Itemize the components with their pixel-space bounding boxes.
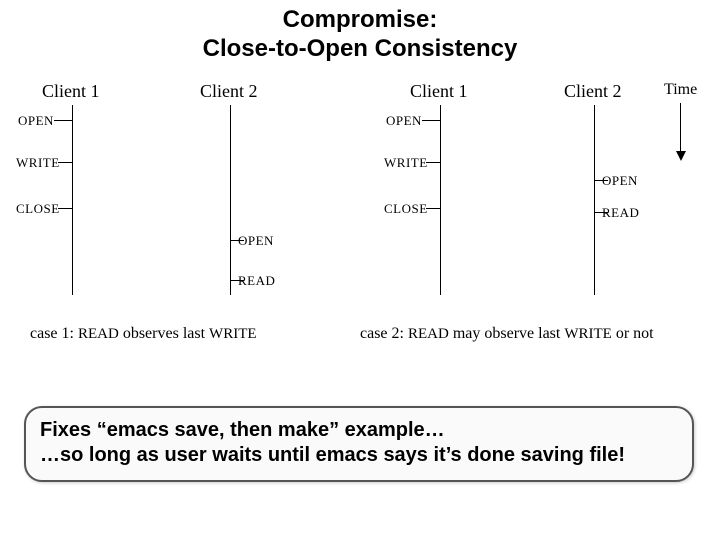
case1-write-tick: [58, 162, 72, 163]
case1-open2-tick: [230, 240, 244, 241]
callout-line-2: …so long as user waits until emacs says …: [40, 443, 678, 468]
callout-box: Fixes “emacs save, then make” example… ……: [24, 406, 694, 482]
case1-caption: case 1: READ observes last WRITE: [30, 325, 257, 343]
case2-suffix: or not: [612, 325, 654, 342]
case1-read2: READ: [238, 273, 275, 289]
time-arrow-head: [676, 151, 686, 161]
case2-client1-label: Client 1: [410, 81, 468, 102]
case2-close: CLOSE: [384, 201, 428, 217]
case2-client1-line: [440, 105, 441, 295]
case2-open2-tick: [594, 180, 608, 181]
case1-mid: observes last: [119, 325, 209, 342]
timeline-diagrams: Time Client 1 OPEN WRITE CLOSE Client 2 …: [10, 85, 710, 395]
case2-write-word: WRITE: [564, 326, 611, 342]
case2-mid: may observe last: [449, 325, 565, 342]
case1-prefix: case 1:: [30, 325, 78, 342]
case1-read-word: READ: [78, 326, 119, 342]
case2-read2-tick: [594, 212, 608, 213]
case2-prefix: case 2:: [360, 325, 408, 342]
case2-open: OPEN: [386, 113, 422, 129]
case2-read2: READ: [602, 205, 639, 221]
case1-client2-line: [230, 105, 231, 295]
case2-write: WRITE: [384, 155, 428, 171]
case1-client2-label: Client 2: [200, 81, 258, 102]
case1-client1-label: Client 1: [42, 81, 100, 102]
case1-open-tick: [54, 120, 72, 121]
case1-write-word: WRITE: [209, 326, 256, 342]
case2-read-word: READ: [408, 326, 449, 342]
case2-client2-line: [594, 105, 595, 295]
case1-read2-tick: [230, 280, 244, 281]
case2-client2-label: Client 2: [564, 81, 622, 102]
case2-open2: OPEN: [602, 173, 638, 189]
time-label: Time: [664, 81, 697, 99]
case2-write-tick: [426, 162, 440, 163]
case1-open2: OPEN: [238, 233, 274, 249]
case1-close-tick: [58, 208, 72, 209]
case2-open-tick: [422, 120, 440, 121]
title-line-2: Close-to-Open Consistency: [0, 35, 720, 64]
case1-client1-line: [72, 105, 73, 295]
title-line-1: Compromise:: [0, 6, 720, 35]
callout-line-1: Fixes “emacs save, then make” example…: [40, 418, 678, 443]
slide-title: Compromise: Close-to-Open Consistency: [0, 0, 720, 68]
case2-caption: case 2: READ may observe last WRITE or n…: [360, 325, 654, 343]
case1-write: WRITE: [16, 155, 60, 171]
case2-close-tick: [426, 208, 440, 209]
case1-open: OPEN: [18, 113, 54, 129]
case1-close: CLOSE: [16, 201, 60, 217]
time-arrow-line: [680, 103, 681, 153]
